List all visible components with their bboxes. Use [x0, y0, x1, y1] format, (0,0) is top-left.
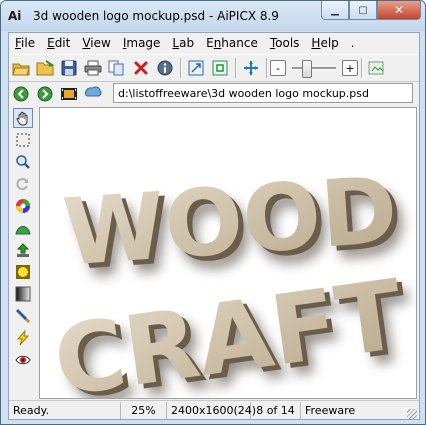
- mound-levels-icon[interactable]: [13, 218, 33, 238]
- caption-buttons: ▁ ▢ ✕: [321, 1, 421, 21]
- resize-grip-icon[interactable]: [407, 409, 417, 419]
- status-dimensions: 2400x1600(24): [167, 402, 256, 419]
- minimize-button[interactable]: ▁: [321, 1, 349, 20]
- menu-enhance[interactable]: Enhance: [200, 36, 264, 50]
- folder-browse-icon[interactable]: [82, 83, 104, 105]
- print-icon[interactable]: [82, 57, 104, 79]
- copy-icon[interactable]: [106, 57, 128, 79]
- window-title: 3d wooden logo mockup.psd - AiPICX 8.9: [33, 9, 279, 23]
- status-position: 8 of 14: [251, 402, 301, 419]
- menu-file-label: ile: [21, 36, 36, 50]
- app-window: Ai 3d wooden logo mockup.psd - AiPICX 8.…: [0, 0, 426, 425]
- menu-view-label: iew: [90, 36, 111, 50]
- upload-icon[interactable]: [13, 240, 33, 260]
- zoom-in-button[interactable]: +: [342, 60, 358, 76]
- lightning-icon[interactable]: [13, 328, 33, 348]
- actual-size-icon[interactable]: [209, 57, 231, 79]
- filmstrip-icon[interactable]: [58, 83, 80, 105]
- menu-help[interactable]: Help: [305, 36, 344, 50]
- menu-view[interactable]: View: [76, 36, 116, 50]
- status-state: Ready.: [9, 402, 121, 419]
- menu-edit-label: dit: [54, 36, 71, 50]
- toolbar-separator: [180, 58, 181, 78]
- menu-overflow[interactable]: .: [345, 36, 361, 50]
- main-toolbar: - +: [9, 54, 419, 82]
- menu-edit[interactable]: Edit: [41, 36, 76, 50]
- browse-folder-icon[interactable]: [34, 57, 56, 79]
- menu-enhance-label: hance: [221, 36, 258, 50]
- app-logo-text: Ai: [8, 9, 22, 23]
- fit-window-icon[interactable]: [185, 57, 207, 79]
- brush-icon[interactable]: [13, 306, 33, 326]
- close-button[interactable]: ✕: [377, 1, 421, 20]
- menu-bar: File Edit View Image Lab Enhance Tools H…: [9, 33, 419, 53]
- zoom-tool-icon[interactable]: [13, 152, 33, 172]
- menu-enhance-prefix: E: [206, 36, 214, 50]
- menu-image[interactable]: Image: [117, 36, 167, 50]
- status-license: Freeware: [305, 404, 356, 417]
- brightness-icon[interactable]: [13, 262, 33, 282]
- open-folder-icon[interactable]: [10, 57, 32, 79]
- client-area: File Edit View Image Lab Enhance Tools H…: [8, 32, 420, 420]
- zoom-slider-rail: [292, 67, 336, 70]
- tool-palette: [9, 107, 37, 397]
- forward-icon[interactable]: [34, 83, 56, 105]
- menu-image-label: mage: [126, 36, 161, 50]
- close-icon: ✕: [393, 3, 405, 17]
- zoom-out-button[interactable]: -: [270, 60, 286, 76]
- delete-icon[interactable]: [130, 57, 152, 79]
- minimize-icon: ▁: [331, 4, 339, 16]
- save-icon[interactable]: [58, 57, 80, 79]
- export-icon[interactable]: [366, 57, 388, 79]
- menu-tools[interactable]: Tools: [264, 36, 306, 50]
- rotate-icon[interactable]: [13, 174, 33, 194]
- red-eye-icon[interactable]: [13, 350, 33, 370]
- menu-help-label: elp: [320, 36, 339, 50]
- status-zoom: 25%: [121, 402, 167, 419]
- zoom-slider[interactable]: [292, 58, 336, 78]
- title-bar[interactable]: Ai 3d wooden logo mockup.psd - AiPICX 8.…: [1, 1, 425, 31]
- menu-lab-label: ab: [179, 36, 195, 50]
- maximize-icon: ▢: [358, 4, 368, 16]
- menu-file[interactable]: File: [9, 36, 41, 50]
- image-canvas[interactable]: WOOD WOOD WOOD CRAFT CRAFT CRAFT: [39, 107, 417, 399]
- menu-tools-label: ools: [275, 36, 300, 50]
- navigation-bar: d:\listoffreeware\3d wooden logo mockup.…: [9, 82, 419, 106]
- zoom-slider-thumb[interactable]: [302, 60, 313, 78]
- gradient-icon[interactable]: [13, 284, 33, 304]
- marquee-select-icon[interactable]: [13, 130, 33, 150]
- menu-edit-mnemonic: E: [47, 36, 55, 50]
- path-field[interactable]: d:\listoffreeware\3d wooden logo mockup.…: [113, 83, 413, 103]
- toolbar-separator: [266, 58, 267, 78]
- info-icon[interactable]: [154, 57, 176, 79]
- toolbar-separator: [361, 58, 362, 78]
- status-bar: Ready. 25% 2400x1600(24) 8 of 14 Freewar…: [9, 400, 419, 420]
- maximize-button[interactable]: ▢: [349, 1, 377, 20]
- toolbar-separator: [235, 58, 236, 78]
- fullscreen-icon[interactable]: [240, 57, 262, 79]
- color-wheel-icon[interactable]: [13, 196, 33, 216]
- hand-tool-icon[interactable]: [13, 108, 33, 128]
- menu-lab[interactable]: Lab: [166, 36, 200, 50]
- back-icon[interactable]: [10, 83, 32, 105]
- app-logo-icon[interactable]: Ai: [8, 8, 26, 24]
- wood-craft-image: WOOD WOOD WOOD CRAFT CRAFT CRAFT: [47, 156, 416, 398]
